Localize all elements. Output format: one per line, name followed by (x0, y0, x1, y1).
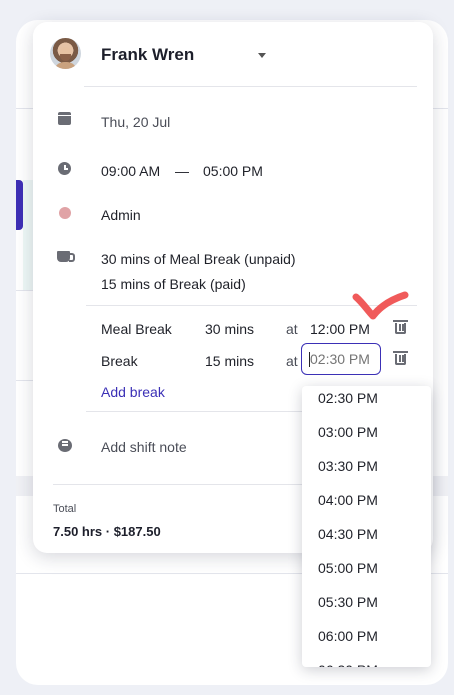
trash-icon[interactable] (393, 351, 408, 365)
note-icon (58, 439, 72, 452)
total-value: 7.50 hrs · $187.50 (53, 524, 161, 539)
break-summary-line: 30 mins of Meal Break (unpaid) (101, 251, 296, 267)
start-time[interactable]: 09:00 AM (101, 163, 160, 179)
break-type[interactable]: Meal Break (101, 321, 172, 337)
total-label: Total (53, 503, 77, 515)
header-divider (84, 86, 417, 87)
employee-name[interactable]: Frank Wren (101, 45, 194, 65)
dropdown-option[interactable]: 06:00 PM (302, 619, 431, 653)
break-summary-line: 15 mins of Break (paid) (101, 276, 246, 292)
dropdown-option[interactable]: 05:00 PM (302, 551, 431, 585)
end-time[interactable]: 05:00 PM (203, 163, 263, 179)
dropdown-option[interactable]: 04:00 PM (302, 483, 431, 517)
checkmark-annotation-icon (352, 291, 409, 320)
add-break-link[interactable]: Add break (101, 384, 165, 400)
coffee-icon (57, 251, 75, 262)
background-divider (16, 108, 33, 109)
role-name[interactable]: Admin (101, 207, 141, 223)
time-dropdown[interactable]: 02:30 PM 03:00 PM 03:30 PM 04:00 PM 04:3… (302, 386, 431, 667)
break-at-label: at (286, 321, 298, 337)
dropdown-option[interactable]: 06:30 PM (302, 653, 431, 667)
shift-date[interactable]: Thu, 20 Jul (101, 114, 170, 130)
break-type[interactable]: Break (101, 353, 138, 369)
break-duration[interactable]: 15 mins (205, 353, 254, 369)
dropdown-option[interactable]: 02:30 PM (302, 386, 431, 415)
break-time-input[interactable] (301, 343, 381, 375)
text-cursor (309, 352, 310, 367)
dropdown-option[interactable]: 03:00 PM (302, 415, 431, 449)
background-shift-accent (16, 180, 23, 230)
background-divider (16, 380, 33, 381)
break-at-label: at (286, 353, 298, 369)
background-divider (16, 290, 33, 291)
chevron-down-icon[interactable] (258, 53, 266, 58)
shift-note-input[interactable]: Add shift note (101, 439, 187, 455)
role-color-dot (59, 207, 71, 219)
dropdown-option[interactable]: 03:30 PM (302, 449, 431, 483)
dropdown-option[interactable]: 04:30 PM (302, 517, 431, 551)
dropdown-option[interactable]: 05:30 PM (302, 585, 431, 619)
avatar (50, 38, 81, 69)
clock-icon (58, 162, 71, 175)
break-duration[interactable]: 30 mins (205, 321, 254, 337)
calendar-icon (58, 112, 71, 125)
time-separator: — (175, 163, 189, 179)
background-divider (433, 108, 448, 109)
